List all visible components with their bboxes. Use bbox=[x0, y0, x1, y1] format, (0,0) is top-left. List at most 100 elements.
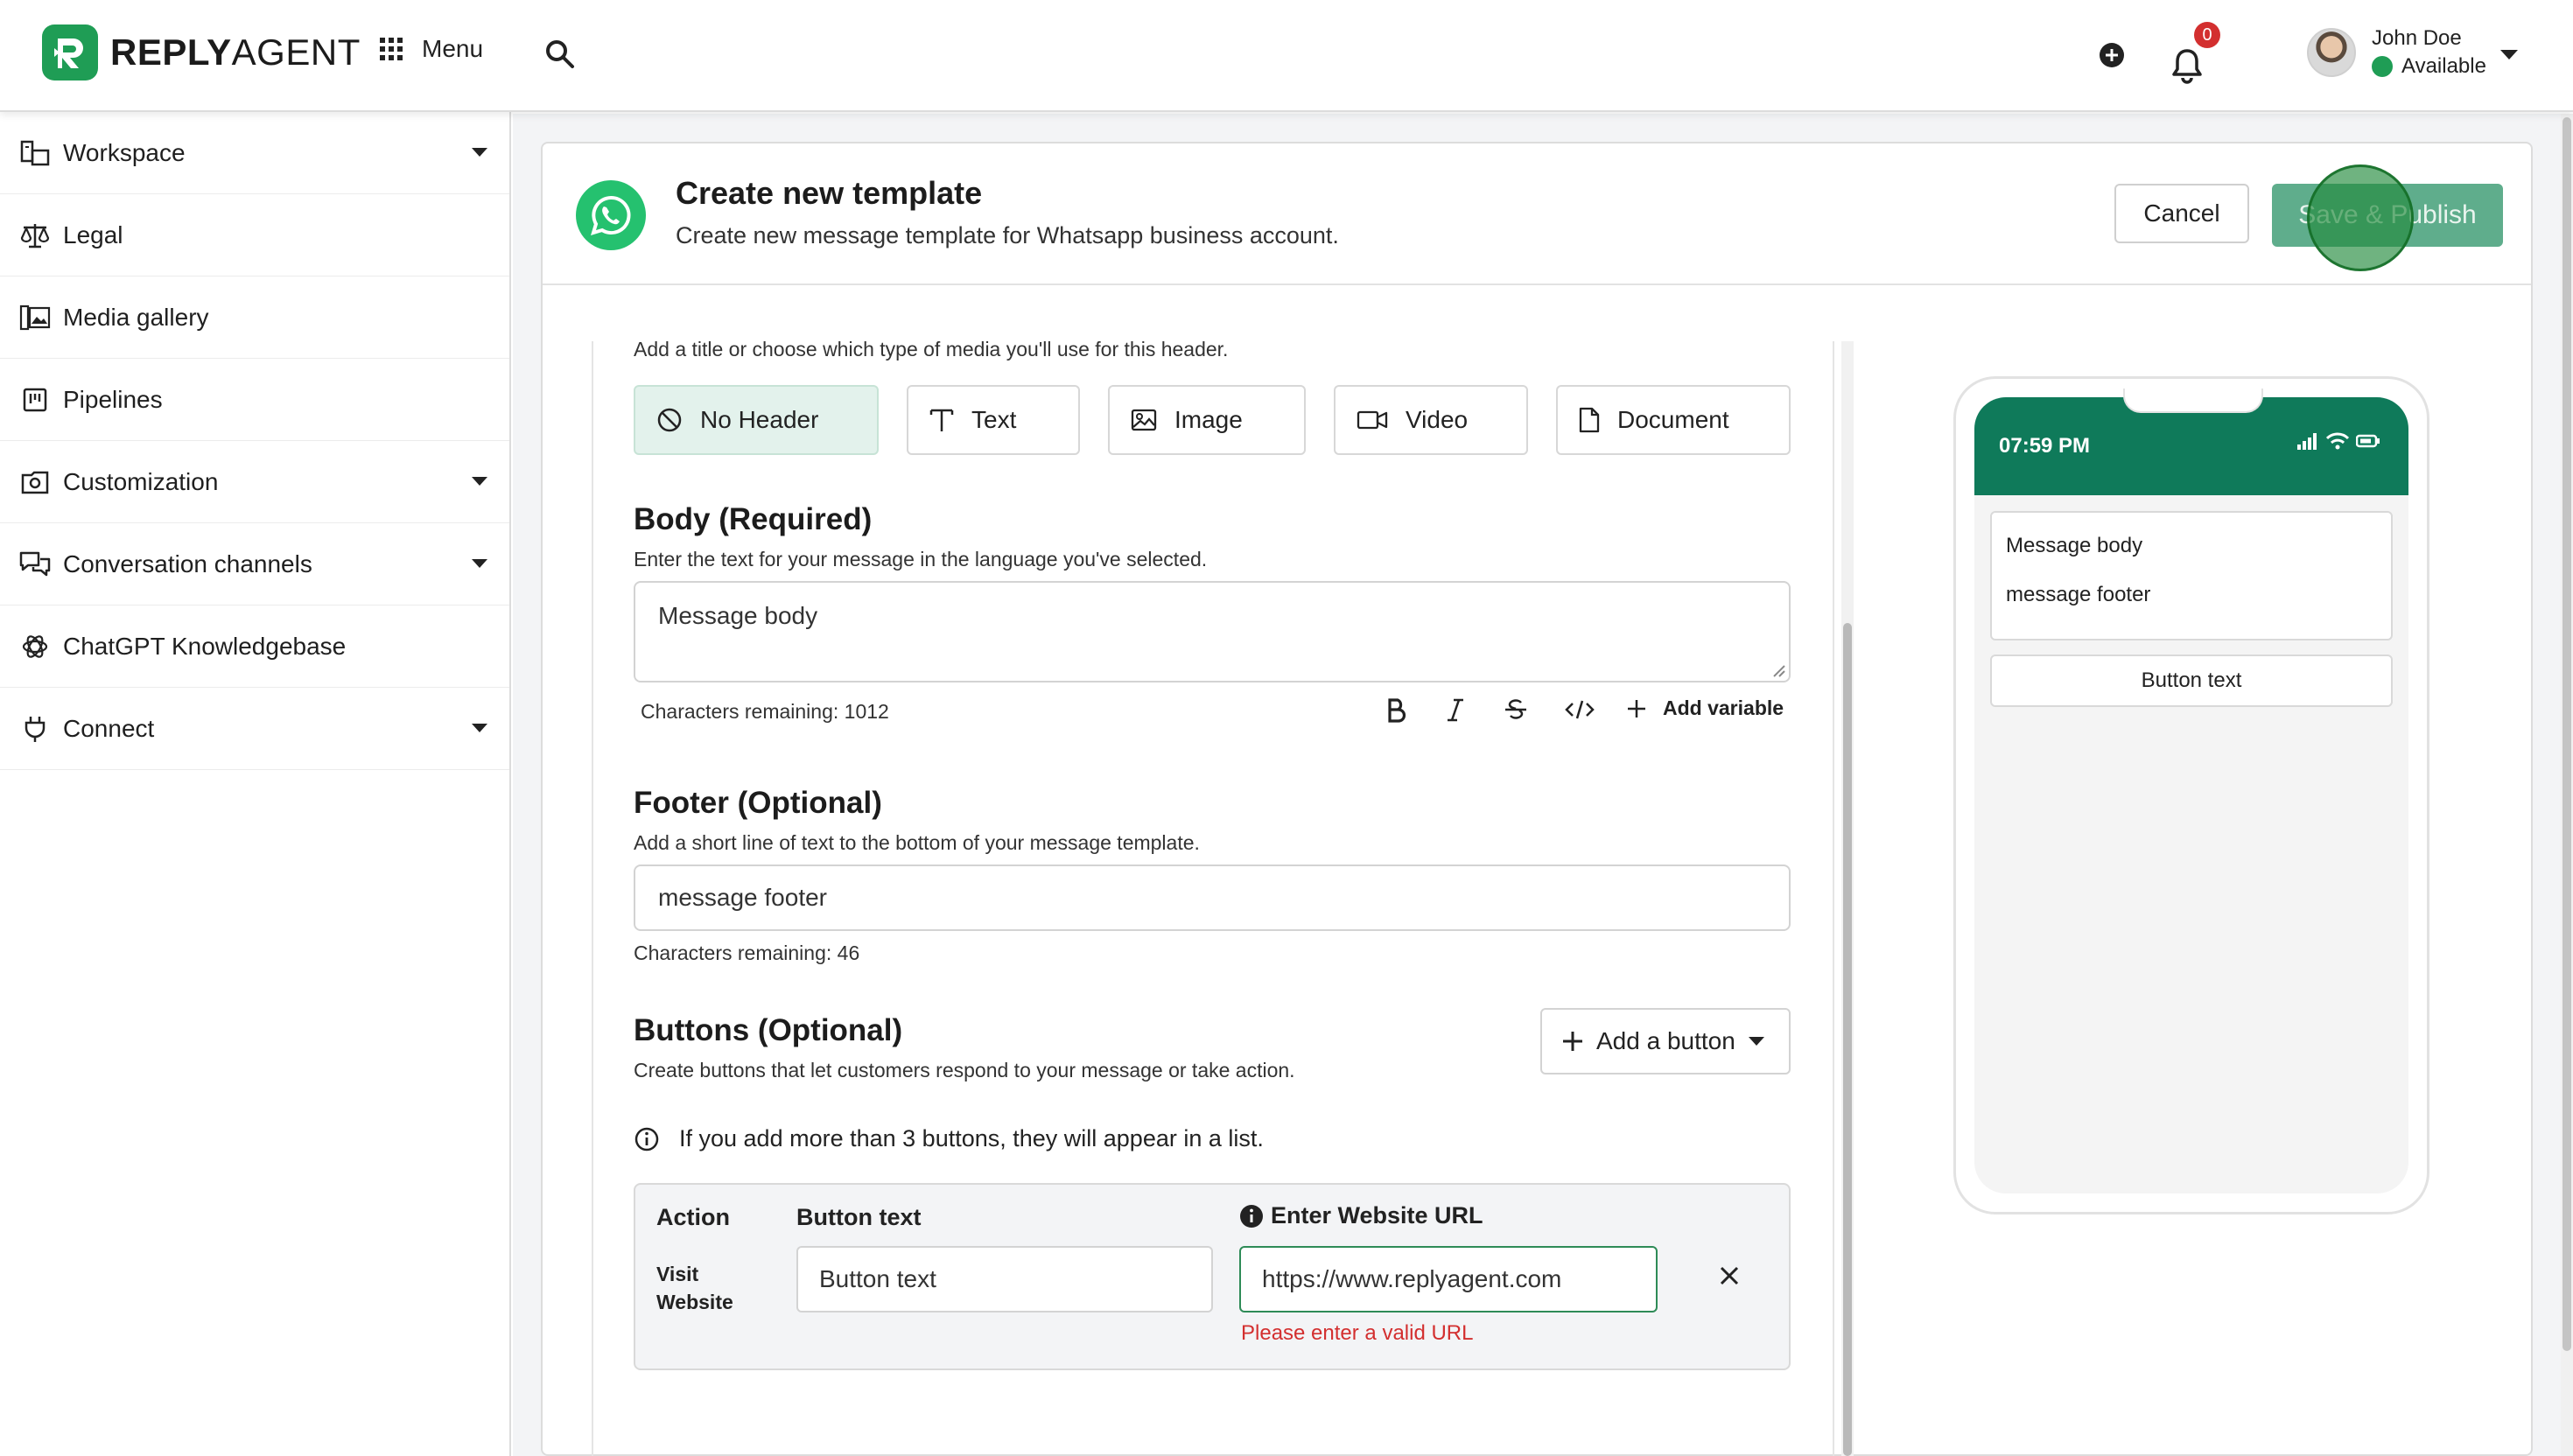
header-option-video[interactable]: Video bbox=[1334, 385, 1528, 455]
body-textarea-value: Message body bbox=[658, 602, 818, 629]
bold-button[interactable] bbox=[1386, 696, 1407, 723]
footer-chars-remaining: Characters remaining: 46 bbox=[634, 942, 860, 964]
user-menu-caret-icon[interactable] bbox=[2499, 49, 2519, 61]
replyagent-logo[interactable]: REPLYAGENT bbox=[42, 24, 361, 80]
footer-hint: Add a short line of text to the bottom o… bbox=[634, 831, 1200, 854]
col-header-url: Enter Website URL bbox=[1239, 1202, 1483, 1229]
body-chars-remaining: Characters remaining: 1012 bbox=[641, 700, 889, 723]
document-icon bbox=[1579, 407, 1600, 433]
footer-input-value: message footer bbox=[658, 884, 827, 911]
plus-icon bbox=[1628, 699, 1645, 718]
sidebar-item-label: Pipelines bbox=[63, 385, 163, 413]
chevron-down-icon bbox=[471, 723, 488, 733]
wifi-icon bbox=[2326, 432, 2349, 450]
scales-icon bbox=[19, 220, 51, 251]
image-icon bbox=[1131, 409, 1157, 431]
add-button-dropdown[interactable]: Add a button bbox=[1540, 1008, 1791, 1074]
search-icon bbox=[546, 40, 574, 68]
chat-icon bbox=[19, 549, 51, 580]
col-header-button-text: Button text bbox=[796, 1204, 922, 1230]
add-variable-label: Add variable bbox=[1663, 696, 1784, 719]
preview-footer: message footer bbox=[2006, 583, 2151, 606]
strikethrough-icon bbox=[1505, 699, 1526, 719]
row-action-line1: Visit bbox=[656, 1263, 699, 1285]
user-status-text: Available bbox=[2401, 54, 2486, 78]
footer-input[interactable]: message footer bbox=[634, 864, 1791, 931]
header-option-no-header[interactable]: No Header bbox=[634, 385, 879, 455]
remove-button[interactable] bbox=[1719, 1265, 1740, 1286]
chevron-down-icon bbox=[1748, 1037, 1764, 1046]
preview-button: Button text bbox=[1990, 654, 2393, 707]
top-bar: REPLYAGENT Menu 0 John Doe Available bbox=[0, 0, 2573, 112]
phone-status-icons bbox=[2296, 432, 2380, 450]
body-hint: Enter the text for your message in the l… bbox=[634, 548, 1208, 570]
header-option-label: Image bbox=[1174, 406, 1243, 433]
notifications-button[interactable] bbox=[2170, 47, 2204, 84]
sidebar-item-conversation-channels[interactable]: Conversation channels bbox=[0, 523, 509, 606]
logo-text-bold: REPLY bbox=[110, 32, 232, 73]
header-option-document[interactable]: Document bbox=[1556, 385, 1791, 455]
grid-icon bbox=[380, 38, 403, 60]
buttons-info-text: If you add more than 3 buttons, they wil… bbox=[679, 1125, 1264, 1152]
add-button-label: Add a button bbox=[1596, 1027, 1735, 1054]
col-header-action: Action bbox=[656, 1204, 730, 1230]
menu-button[interactable]: Menu bbox=[380, 35, 483, 63]
italic-icon bbox=[1448, 698, 1463, 722]
bell-icon bbox=[2172, 49, 2202, 84]
phone-notch bbox=[2123, 388, 2263, 413]
add-variable-button[interactable]: Add variable bbox=[1626, 696, 1784, 720]
button-text-input-value: Button text bbox=[819, 1265, 936, 1292]
sidebar-item-workspace[interactable]: Workspace bbox=[0, 112, 509, 194]
strikethrough-button[interactable] bbox=[1504, 696, 1528, 723]
sidebar-item-label: Conversation channels bbox=[63, 550, 312, 578]
cancel-button[interactable]: Cancel bbox=[2114, 184, 2249, 243]
buttons-section-title: Buttons (Optional) bbox=[634, 1013, 903, 1047]
workspace-icon bbox=[19, 137, 51, 169]
italic-button[interactable] bbox=[1446, 696, 1465, 723]
col-header-url-label: Enter Website URL bbox=[1271, 1202, 1483, 1228]
sidebar-item-chatgpt-knowledgebase[interactable]: ChatGPT Knowledgebase bbox=[0, 606, 509, 688]
header-hint: Add a title or choose which type of medi… bbox=[634, 338, 1229, 360]
sidebar-item-customization[interactable]: Customization bbox=[0, 441, 509, 523]
page-scrollbar-thumb[interactable] bbox=[2562, 117, 2571, 1351]
website-url-input[interactable]: https://www.replyagent.com bbox=[1239, 1246, 1658, 1312]
avatar bbox=[2307, 28, 2356, 77]
save-publish-button[interactable]: Save & Publish bbox=[2272, 184, 2503, 247]
whatsapp-icon bbox=[576, 180, 646, 250]
quick-add-button[interactable] bbox=[2099, 42, 2125, 68]
code-button[interactable] bbox=[1565, 696, 1595, 723]
logo-text-regular: AGENT bbox=[231, 32, 361, 73]
sidebar-item-label: ChatGPT Knowledgebase bbox=[63, 632, 347, 660]
header-option-label: No Header bbox=[700, 406, 819, 433]
resize-handle-icon[interactable] bbox=[1771, 663, 1785, 677]
header-option-label: Video bbox=[1406, 406, 1469, 433]
user-name: John Doe bbox=[2372, 26, 2462, 50]
sidebar-item-media-gallery[interactable]: Media gallery bbox=[0, 276, 509, 359]
user-menu[interactable]: John Doe Available bbox=[2307, 26, 2486, 79]
gallery-icon bbox=[19, 302, 51, 333]
sidebar-item-legal[interactable]: Legal bbox=[0, 194, 509, 276]
header-option-image[interactable]: Image bbox=[1108, 385, 1306, 455]
body-textarea[interactable]: Message body bbox=[634, 581, 1791, 682]
plug-icon bbox=[19, 713, 51, 745]
preview-body: Message body bbox=[2006, 534, 2143, 557]
battery-icon bbox=[2356, 434, 2380, 448]
button-text-input[interactable]: Button text bbox=[796, 1246, 1213, 1312]
header-option-text[interactable]: Text bbox=[907, 385, 1080, 455]
info-filled-icon bbox=[1240, 1204, 1263, 1228]
menu-label: Menu bbox=[422, 35, 484, 62]
sidebar: Workspace Legal Media gallery Pipelines … bbox=[0, 112, 511, 1456]
search-button[interactable] bbox=[544, 38, 576, 70]
page-title: Create new template bbox=[676, 175, 983, 211]
row-action-label: Visit Website bbox=[656, 1260, 733, 1316]
sidebar-item-connect[interactable]: Connect bbox=[0, 688, 509, 770]
form-scrollbar-thumb[interactable] bbox=[1843, 623, 1852, 1456]
header-option-label: Text bbox=[971, 406, 1017, 433]
row-action-line2: Website bbox=[656, 1291, 733, 1313]
preview-message-card: Message body message footer bbox=[1990, 511, 2393, 640]
notification-count-badge: 0 bbox=[2194, 22, 2220, 48]
sidebar-item-pipelines[interactable]: Pipelines bbox=[0, 359, 509, 441]
no-header-icon bbox=[657, 408, 682, 432]
signal-icon bbox=[2297, 433, 2317, 450]
sidebar-item-label: Customization bbox=[63, 467, 219, 495]
